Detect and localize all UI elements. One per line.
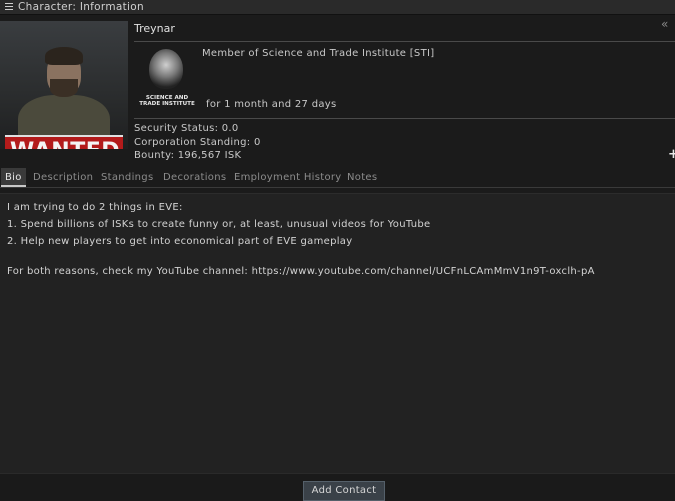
tab-notes[interactable]: Notes — [343, 168, 381, 187]
bio-line: 1. Spend billions of ISKs to create funn… — [7, 219, 431, 230]
bio-line: I am trying to do 2 things in EVE: — [7, 202, 183, 213]
tab-bio[interactable]: Bio — [1, 168, 26, 187]
wanted-banner: WANTED — [5, 135, 123, 149]
menu-icon[interactable] — [5, 3, 13, 11]
wanted-label: WANTED — [10, 139, 120, 149]
character-portrait[interactable]: WANTED — [0, 21, 128, 149]
portrait-hair — [45, 47, 83, 65]
add-contact-button[interactable]: Add Contact — [303, 481, 385, 501]
plus-icon[interactable]: + — [668, 147, 675, 162]
corporation-emblem-icon — [149, 49, 183, 89]
character-name[interactable]: Treynar — [134, 22, 175, 35]
tab-decorations[interactable]: Decorations — [159, 168, 230, 187]
bounty: Bounty: 196,567 ISK — [134, 150, 242, 161]
corporation-logo-caption: SCIENCE AND TRADE INSTITUTE — [139, 95, 195, 107]
bio-link-line[interactable]: For both reasons, check my YouTube chann… — [7, 266, 595, 277]
corporation-logo[interactable]: SCIENCE AND TRADE INSTITUTE — [136, 49, 198, 109]
tab-description[interactable]: Description — [29, 168, 97, 187]
divider — [134, 41, 675, 42]
corporation-standing: Corporation Standing: 0 — [134, 137, 261, 148]
window-titlebar[interactable]: Character: Information — [0, 0, 675, 15]
divider — [134, 118, 675, 119]
portrait-beard — [50, 79, 78, 97]
info-tabs: Bio Description Standings Decorations Em… — [0, 168, 675, 188]
corporation-membership[interactable]: Member of Science and Trade Institute [S… — [202, 48, 434, 59]
security-status: Security Status: 0.0 — [134, 123, 239, 134]
window-title: Character: Information — [18, 1, 144, 13]
bio-line: 2. Help new players to get into economic… — [7, 236, 353, 247]
bio-panel[interactable]: I am trying to do 2 things in EVE: 1. Sp… — [0, 193, 675, 474]
tab-employment-history[interactable]: Employment History — [230, 168, 346, 187]
membership-duration: for 1 month and 27 days — [206, 99, 337, 110]
tab-standings[interactable]: Standings — [97, 168, 157, 187]
double-chevron-left-icon[interactable]: « — [661, 17, 668, 31]
